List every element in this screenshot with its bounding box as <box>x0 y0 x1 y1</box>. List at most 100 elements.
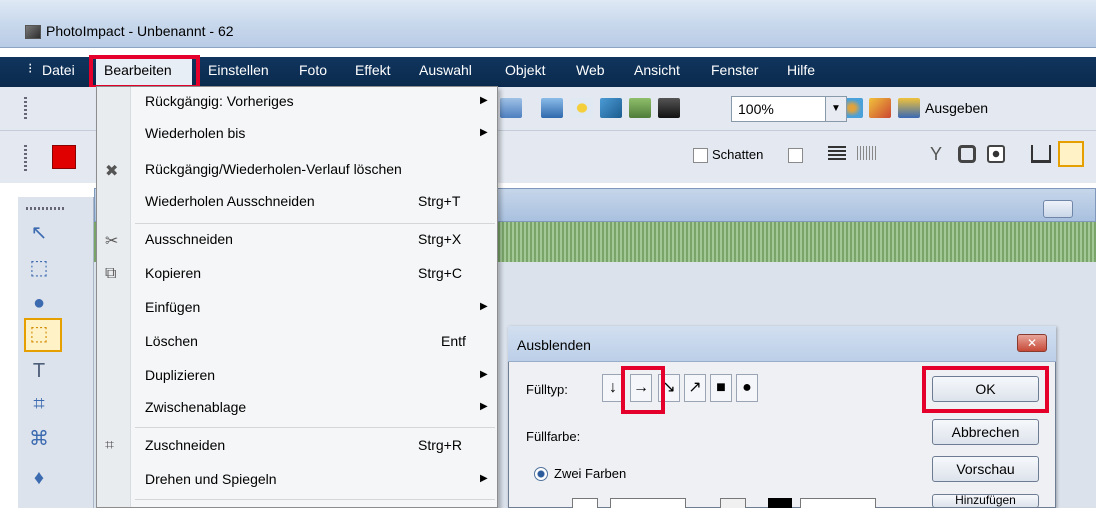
fillcolor-label: Füllfarbe: <box>526 429 581 444</box>
paint-icon[interactable] <box>869 98 891 118</box>
output-icon[interactable] <box>898 98 920 118</box>
highlight-ok <box>922 366 1049 413</box>
align-icon[interactable] <box>828 146 846 160</box>
highlight-filltype-right <box>621 366 665 414</box>
menu-effekt[interactable]: Effekt <box>355 62 391 78</box>
menu-item-undo[interactable]: Rückgängig: Vorheriges ▶ <box>97 87 497 119</box>
crop-tool-icon[interactable]: ⌗ <box>28 393 50 415</box>
two-colors-radio[interactable] <box>534 467 548 481</box>
clear-history-icon: ✖ <box>105 163 119 180</box>
menu-item-label: Ausschneiden <box>145 231 233 247</box>
app-icon <box>25 25 41 39</box>
preview-button[interactable]: Vorschau <box>932 456 1039 482</box>
menu-einstellen[interactable]: Einstellen <box>208 62 269 78</box>
scissors-tool-icon[interactable]: Y <box>930 144 942 165</box>
dialog-titlebar: Ausblenden <box>508 326 1056 362</box>
color-arrow-button[interactable] <box>720 498 746 508</box>
selection-tool-icon[interactable]: ⬚ <box>28 257 50 279</box>
menu-ansicht[interactable]: Ansicht <box>634 62 680 78</box>
crop-icon: ⌗ <box>105 437 115 454</box>
screen-icon[interactable] <box>541 98 563 118</box>
menu-fenster[interactable]: Fenster <box>711 62 758 78</box>
document-minimize-button[interactable] <box>1043 200 1073 218</box>
cancel-button[interactable]: Abbrechen <box>932 419 1039 445</box>
rounded-rect-icon[interactable] <box>958 145 976 163</box>
highlight-bearbeiten <box>89 55 200 89</box>
menu-item-shortcut: Strg+X <box>418 231 462 247</box>
color2-value-field[interactable] <box>800 498 876 508</box>
menu-item-duplicate[interactable]: Duplizieren ▶ <box>97 361 497 393</box>
home-icon[interactable] <box>1031 145 1051 163</box>
menu-hilfe[interactable]: Hilfe <box>787 62 815 78</box>
filltype-diagonal-up-button[interactable]: ↗ <box>684 374 706 402</box>
submenu-arrow-icon: ▶ <box>480 401 488 412</box>
transform-tool-icon[interactable]: ⌘ <box>28 428 50 450</box>
menu-item-label: Duplizieren <box>145 367 216 383</box>
menu-item-rotate-flip[interactable]: Drehen und Spiegeln ▶ <box>97 465 497 497</box>
filltype-circle-button[interactable]: ● <box>736 374 758 402</box>
menu-item-shortcut: Strg+T <box>418 193 461 209</box>
dialog-title: Ausblenden <box>517 337 591 353</box>
color2-swatch[interactable] <box>768 498 792 508</box>
capture-icon[interactable] <box>629 98 651 118</box>
menu-item-redo-to[interactable]: Wiederholen bis ▶ <box>97 119 497 151</box>
menu-datei[interactable]: Datei <box>42 62 75 78</box>
menu-separator <box>135 427 495 428</box>
menu-item-clear-history[interactable]: ✖ Rückgängig/Wiederholen-Verlauf löschen <box>97 155 497 187</box>
window-title: PhotoImpact - Unbenannt - 62 <box>46 23 234 39</box>
menu-item-redo-cut[interactable]: Wiederholen Ausschneiden Strg+T <box>97 187 497 219</box>
menu-separator <box>135 223 495 224</box>
menu-item-label: Kopieren <box>145 265 202 281</box>
menu-item-cut[interactable]: ✂ Ausschneiden Strg+X <box>97 225 497 257</box>
menu-separator <box>135 499 495 500</box>
menu-auswahl[interactable]: Auswahl <box>419 62 472 78</box>
schatten-checkbox[interactable] <box>693 148 708 163</box>
foreground-color-swatch[interactable] <box>52 145 76 169</box>
menu-objekt[interactable]: Objekt <box>505 62 545 78</box>
dialog-close-button[interactable]: ✕ <box>1017 334 1047 352</box>
menu-item-label: Löschen <box>145 333 198 349</box>
zoom-combobox[interactable]: 100% <box>731 96 827 122</box>
menu-item-label: Rückgängig/Wiederholen-Verlauf löschen <box>145 161 402 177</box>
brightness-icon[interactable] <box>571 98 593 118</box>
option-checkbox[interactable] <box>788 148 803 163</box>
menu-item-shortcut: Strg+R <box>418 437 462 453</box>
pen-icon[interactable] <box>658 98 680 118</box>
object-tool-icon[interactable]: ● <box>28 292 50 314</box>
camera-icon[interactable] <box>987 145 1005 163</box>
submenu-arrow-icon: ▶ <box>480 369 488 380</box>
shape-tool-icon[interactable]: ⬚ <box>28 323 50 345</box>
ausgeben-button[interactable]: Ausgeben <box>925 100 988 116</box>
print-icon[interactable] <box>500 98 522 118</box>
menu-item-copy[interactable]: ⧉ Kopieren Strg+C <box>97 259 497 291</box>
menu-item-label: Wiederholen bis <box>145 125 246 141</box>
fill-tool-icon[interactable]: ♦ <box>28 467 50 489</box>
submenu-arrow-icon: ▶ <box>480 301 488 312</box>
menu-web[interactable]: Web <box>576 62 605 78</box>
add-button[interactable]: Hinzufügen <box>932 494 1039 508</box>
attribute-toolbar-grip[interactable] <box>24 145 27 171</box>
menu-item-clipboard[interactable]: Zwischenablage ▶ <box>97 393 497 425</box>
pick-tool-icon[interactable]: ↖ <box>28 222 50 244</box>
menu-foto[interactable]: Foto <box>299 62 327 78</box>
filltype-rect-button[interactable]: ■ <box>710 374 732 402</box>
text-tool-icon[interactable]: T <box>28 360 50 382</box>
zoom-dropdown-icon[interactable]: ▼ <box>825 96 847 122</box>
submenu-arrow-icon: ▶ <box>480 473 488 484</box>
filltype-label: Fülltyp: <box>526 382 568 397</box>
color1-swatch[interactable] <box>572 498 598 508</box>
tool-panel-grip[interactable] <box>26 207 66 210</box>
menubar-grip-icon[interactable]: ⁝ <box>28 60 32 77</box>
toolbar-grip[interactable] <box>24 97 27 121</box>
menu-item-label: Einfügen <box>145 299 201 315</box>
menu-item-paste[interactable]: Einfügen ▶ <box>97 293 497 325</box>
texture-icon[interactable] <box>857 146 877 160</box>
menu-item-crop[interactable]: ⌗ Zuschneiden Strg+R <box>97 431 497 463</box>
two-colors-label: Zwei Farben <box>554 466 627 481</box>
submenu-arrow-icon: ▶ <box>480 127 488 138</box>
menu-item-delete[interactable]: Löschen Entf <box>97 327 497 359</box>
copy-icon: ⧉ <box>105 265 117 282</box>
color1-value-field[interactable] <box>610 498 686 508</box>
image-icon[interactable] <box>600 98 622 118</box>
panel-toggle-icon[interactable] <box>1058 141 1084 167</box>
